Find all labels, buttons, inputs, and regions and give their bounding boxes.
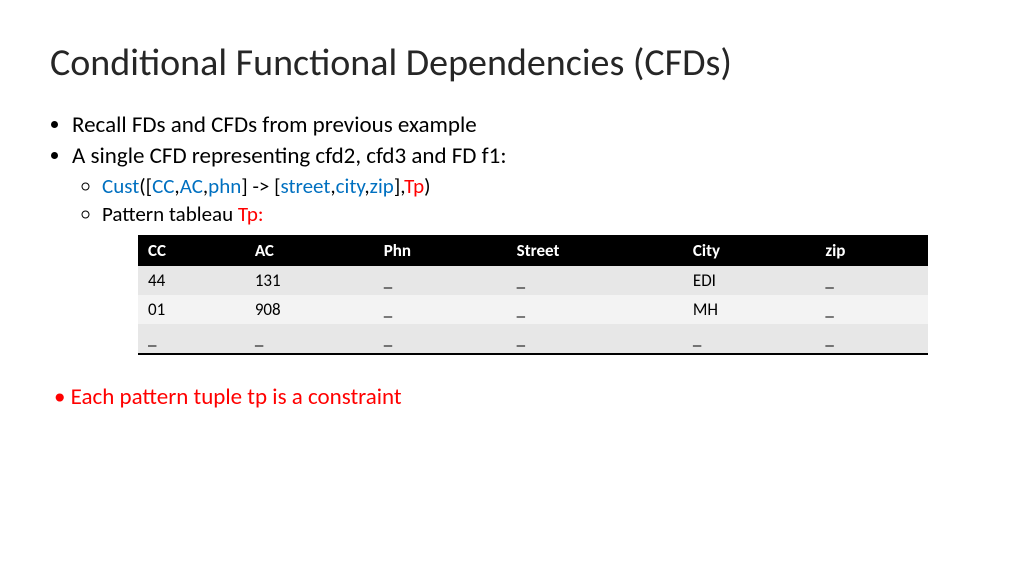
cell: _ [374,324,507,354]
th-phn: Phn [374,235,507,266]
open-bracket: ([ [139,173,152,199]
th-ac: AC [245,235,374,266]
cell: _ [507,295,683,324]
end-paren: ) [424,173,430,199]
mid-text: ] -> [ [241,173,280,199]
tp-text: Tp [404,173,424,199]
cell: 908 [245,295,374,324]
cell: _ [815,266,928,295]
phn-text: phn [208,173,241,199]
table-row: 01 908 _ _ MH _ [138,295,928,324]
constraint-bullet: Each pattern tuple tp is a constraint [50,383,974,411]
zip-text: zip [370,173,394,199]
th-city: City [683,235,815,266]
cell: _ [138,324,245,354]
cell: EDI [683,266,815,295]
cell: _ [374,295,507,324]
cell: 01 [138,295,245,324]
cell: MH [683,295,815,324]
th-cc: CC [138,235,245,266]
sub-bullet-list: Cust([CC,AC,phn] -> [street,city,zip],Tp… [72,173,974,227]
cell: _ [815,295,928,324]
table-row: 44 131 _ _ EDI _ [138,266,928,295]
pattern-tp: Tp: [238,201,264,227]
city-text: city [336,173,365,199]
sub-bullet-1: Cust([CC,AC,phn] -> [street,city,zip],Tp… [102,173,974,199]
cell: _ [507,266,683,295]
table-row: _ _ _ _ _ _ [138,324,928,354]
pattern-table: CC AC Phn Street City zip 44 131 _ _ EDI… [138,235,928,355]
cell: _ [815,324,928,354]
bullet-2: A single CFD representing cfd2, cfd3 and… [72,142,974,227]
bullet-list: Recall FDs and CFDs from previous exampl… [50,111,974,227]
close-bracket: ], [394,173,404,199]
table-header-row: CC AC Phn Street City zip [138,235,928,266]
cc-text: CC [152,173,174,199]
cell: _ [507,324,683,354]
bullet-2-text: A single CFD representing cfd2, cfd3 and… [72,142,506,170]
cell: _ [245,324,374,354]
cell: 44 [138,266,245,295]
ac-text: AC [180,173,203,199]
slide-title: Conditional Functional Dependencies (CFD… [50,40,974,86]
cust-text: Cust [102,173,139,199]
cell: _ [374,266,507,295]
pattern-prefix: Pattern tableau [102,201,238,227]
sub-bullet-2: Pattern tableau Tp: [102,201,974,227]
bullet-1: Recall FDs and CFDs from previous exampl… [72,111,974,139]
cell: 131 [245,266,374,295]
street-text: street [281,173,331,199]
th-street: Street [507,235,683,266]
th-zip: zip [815,235,928,266]
cell: _ [683,324,815,354]
